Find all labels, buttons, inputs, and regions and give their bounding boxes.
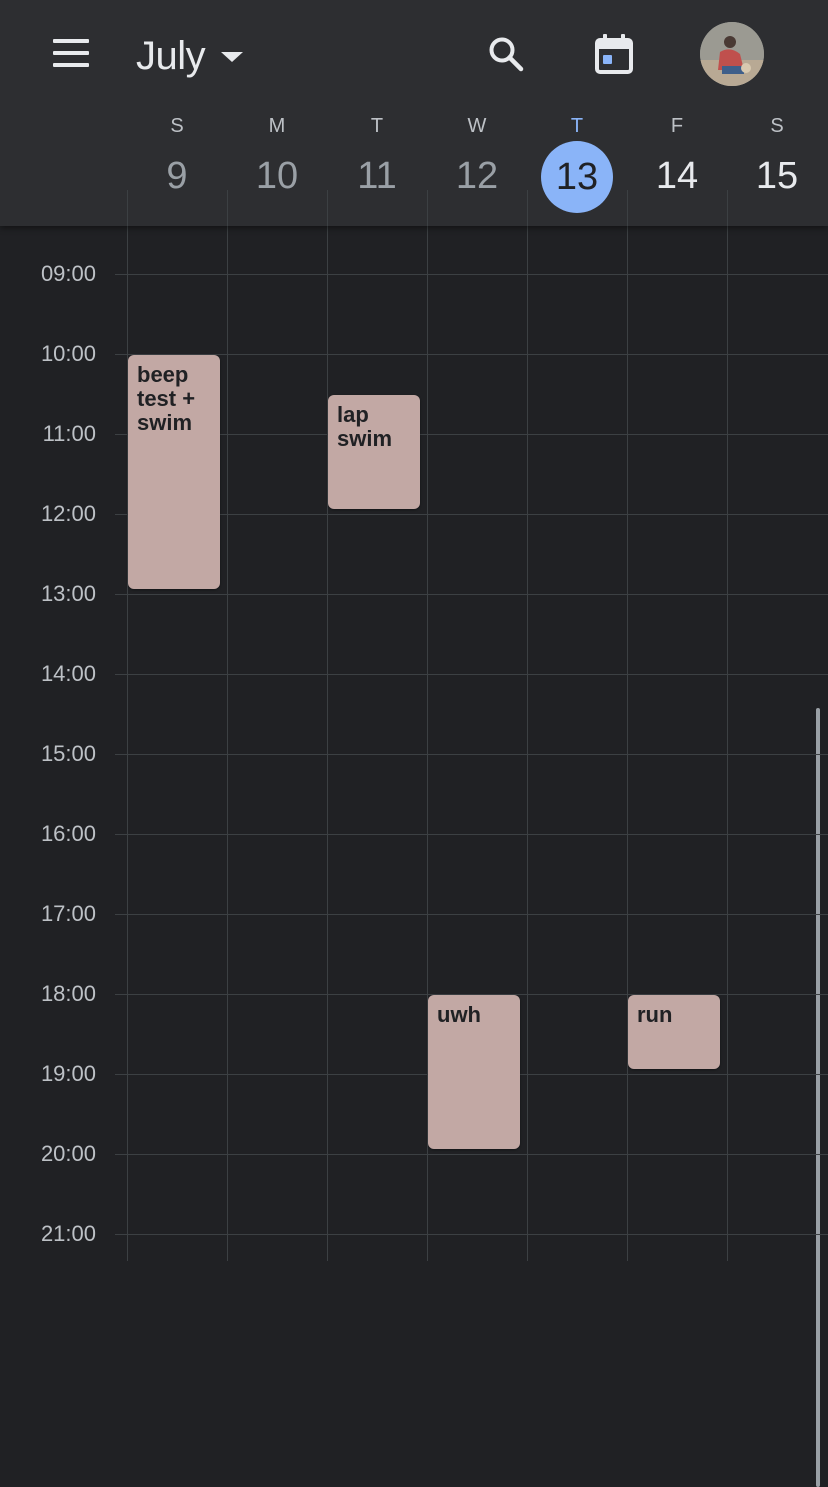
calendar-event[interactable]: run (628, 995, 720, 1069)
day-header-9[interactable]: S9 (127, 112, 227, 200)
day-number-label: 13 (555, 156, 599, 198)
day-number-label: 10 (255, 155, 299, 197)
hour-gridline (115, 1234, 828, 1235)
week-grid[interactable]: 09:00 10:00 11:00 12:00 13:00 14:00 15:00 16:00… (0, 226, 828, 1487)
today-indicator: 13 (541, 141, 613, 213)
day-header-11[interactable]: T 11 (327, 112, 427, 200)
hour-gridline (115, 754, 828, 755)
calendar-event[interactable]: lap swim (328, 395, 420, 509)
day-number-label: 11 (357, 155, 397, 197)
day-of-week-label: T (370, 115, 384, 137)
app-header: July S 9 M 10 T 11 W 12 T 13 F 14 S 15 (0, 0, 828, 226)
hour-label: 16:00 (40, 821, 96, 846)
hour-label: 14:00 (40, 661, 96, 686)
hour-gridline (115, 514, 828, 515)
hour-gridline (115, 914, 828, 915)
hour-gridline (115, 594, 828, 595)
event-title: uwh (437, 1002, 481, 1027)
day-header-12[interactable]: W 12 (427, 112, 527, 200)
day-of-week-label: M (268, 115, 286, 137)
hour-gridline (115, 1154, 828, 1155)
event-title: run (637, 1002, 673, 1027)
event-title: beep test + swim (137, 362, 196, 435)
day-header-10[interactable]: M 10 (227, 112, 327, 200)
calendar-today-icon[interactable] (590, 30, 638, 78)
hour-label: 10:00 (40, 341, 96, 366)
hour-label: 17:00 (40, 901, 96, 926)
month-label: July (136, 33, 206, 78)
day-of-week-label: W (467, 115, 487, 137)
scrollbar[interactable] (816, 708, 820, 1487)
hour-label: 21:00 (40, 1221, 96, 1246)
hour-label: 20:00 (40, 1141, 96, 1166)
calendar-event[interactable]: uwh (428, 995, 520, 1149)
user-avatar[interactable] (700, 22, 764, 86)
caret-down-icon (221, 52, 244, 62)
day-of-week-label: F (670, 115, 684, 137)
hour-label: 09:00 (40, 261, 96, 286)
week-day-headers: S 9 M 10 T 11 W 12 T 13 F 14 S 15 (127, 112, 828, 213)
day-number-label: 9 (166, 155, 188, 197)
day-of-week-label: T (570, 115, 584, 137)
hour-gridline (115, 354, 828, 355)
hour-label: 13:00 (40, 581, 96, 606)
event-title: lap swim (337, 402, 393, 451)
day-column-divider (627, 226, 628, 1261)
day-column-divider (227, 226, 228, 1261)
day-of-week-label: S (770, 115, 784, 137)
hour-label: 11:00 (42, 421, 96, 446)
hour-label: 18:00 (40, 981, 96, 1006)
month-selector[interactable]: July (136, 32, 244, 80)
hour-label: 15:00 (40, 741, 96, 766)
calendar-event[interactable]: beep test + swim (128, 355, 220, 589)
hour-gridline (115, 674, 828, 675)
day-header-15[interactable]: S 15 (727, 112, 827, 200)
day-column-divider (327, 226, 328, 1261)
day-header-13[interactable]: T 13 (527, 112, 627, 213)
hour-label: 12:00 (40, 501, 96, 526)
hour-gridline (115, 274, 828, 275)
hamburger-menu-icon[interactable] (48, 30, 94, 76)
day-number-label: 15 (755, 155, 799, 197)
day-column-divider (727, 226, 728, 1261)
hour-gridline (115, 434, 828, 435)
hour-gridline (115, 834, 828, 835)
day-column-divider (527, 226, 528, 1261)
day-of-week-label: S (170, 115, 184, 137)
day-number-label: 14 (655, 155, 699, 197)
hour-label: 19:00 (40, 1061, 96, 1086)
day-number-label: 12 (455, 155, 499, 197)
search-icon[interactable] (482, 30, 530, 78)
day-header-14[interactable]: F 14 (627, 112, 727, 200)
